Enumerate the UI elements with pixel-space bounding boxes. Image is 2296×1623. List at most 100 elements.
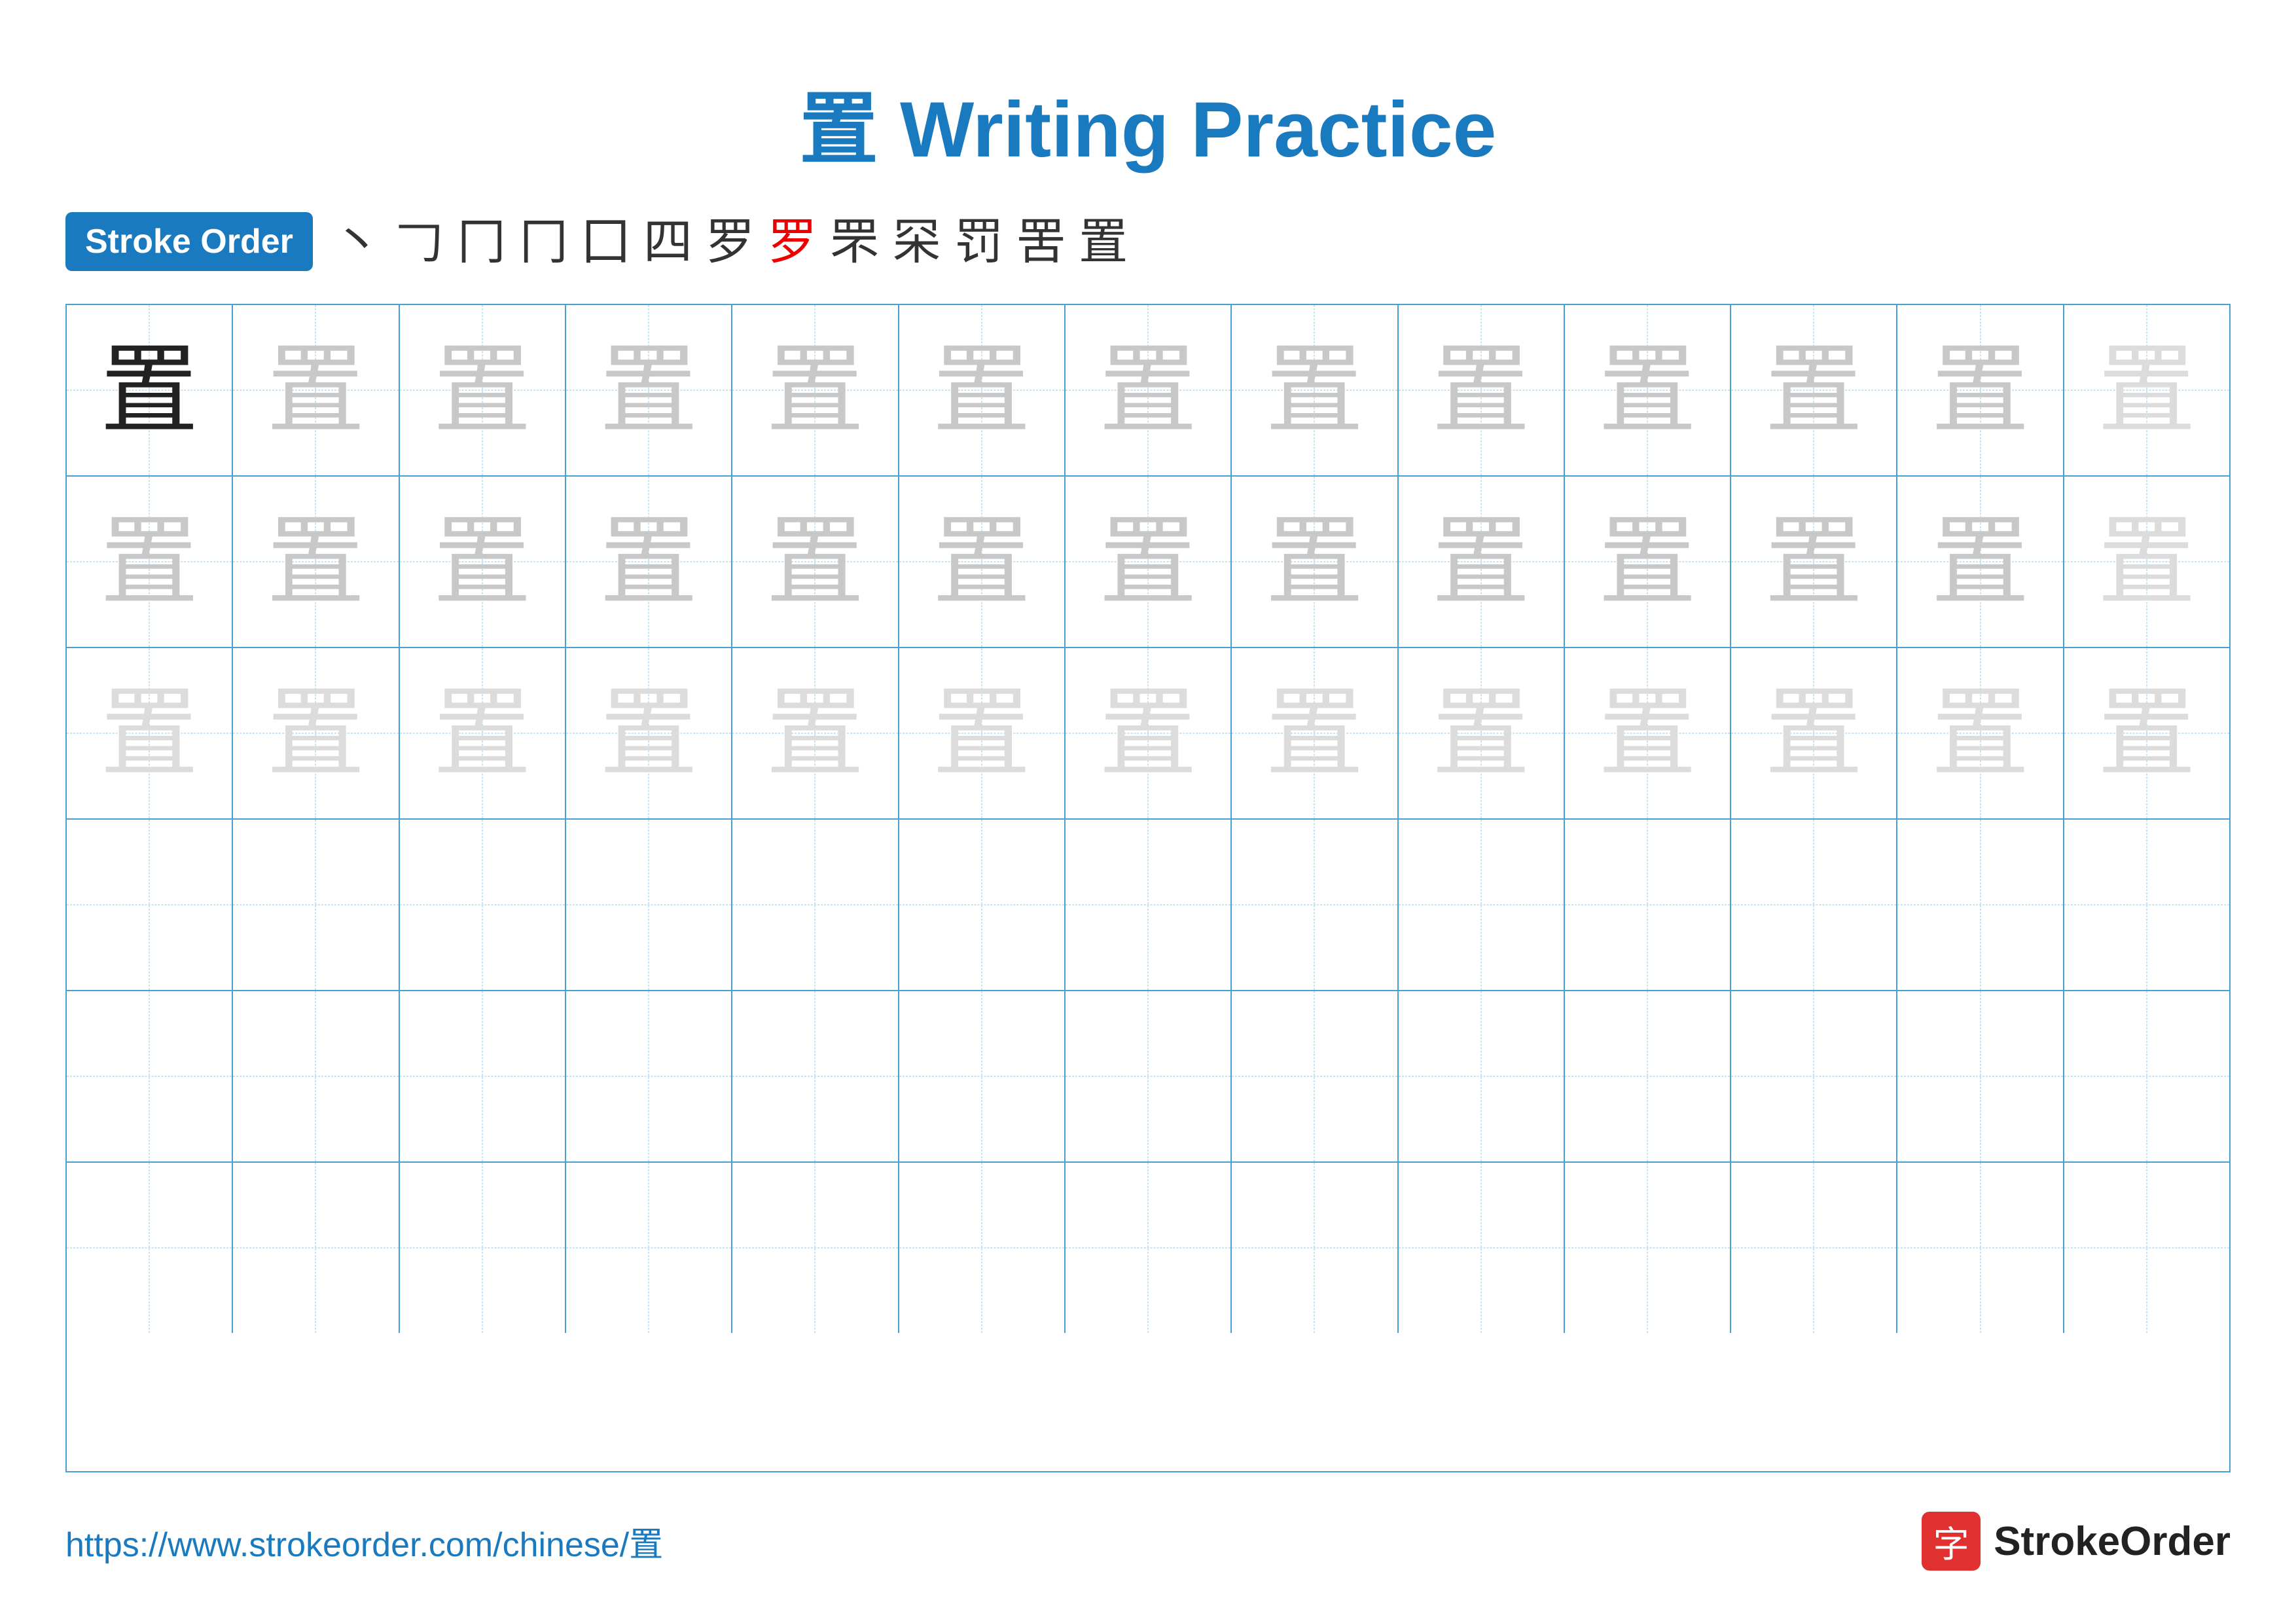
cell-5-4[interactable] — [566, 991, 732, 1161]
cell-4-9[interactable] — [1399, 820, 1565, 990]
cell-1-3[interactable]: 置 — [400, 305, 566, 475]
char-light: 置 — [433, 513, 531, 611]
logo-char: 字 — [1933, 1515, 1969, 1567]
cell-3-8[interactable]: 置 — [1232, 648, 1398, 818]
cell-6-10[interactable] — [1565, 1163, 1731, 1333]
cell-6-9[interactable] — [1399, 1163, 1565, 1333]
cell-3-4[interactable]: 置 — [566, 648, 732, 818]
cell-6-11[interactable] — [1731, 1163, 1897, 1333]
cell-5-3[interactable] — [400, 991, 566, 1161]
char-light: 置 — [766, 513, 864, 611]
cell-3-9[interactable]: 置 — [1399, 648, 1565, 818]
cell-5-6[interactable] — [899, 991, 1066, 1161]
char-lighter: 置 — [1598, 684, 1696, 782]
cell-2-1[interactable]: 置 — [67, 477, 233, 647]
char-lighter: 置 — [933, 684, 1031, 782]
char-lighter: 置 — [766, 684, 864, 782]
cell-6-3[interactable] — [400, 1163, 566, 1333]
cell-1-13[interactable]: 置 — [2064, 305, 2229, 475]
stroke-8: 罗 — [768, 217, 817, 266]
cell-4-1[interactable] — [67, 820, 233, 990]
cell-3-7[interactable]: 置 — [1066, 648, 1232, 818]
cell-6-1[interactable] — [67, 1163, 233, 1333]
cell-5-5[interactable] — [732, 991, 899, 1161]
cell-1-9[interactable]: 置 — [1399, 305, 1565, 475]
cell-5-2[interactable] — [233, 991, 399, 1161]
cell-2-12[interactable]: 置 — [1897, 477, 2064, 647]
cell-4-4[interactable] — [566, 820, 732, 990]
cell-2-11[interactable]: 置 — [1731, 477, 1897, 647]
cell-5-12[interactable] — [1897, 991, 2064, 1161]
char-light: 置 — [1099, 341, 1197, 439]
cell-4-8[interactable] — [1232, 820, 1398, 990]
grid-row-4 — [67, 820, 2229, 991]
cell-6-5[interactable] — [732, 1163, 899, 1333]
cell-2-3[interactable]: 置 — [400, 477, 566, 647]
cell-4-7[interactable] — [1066, 820, 1232, 990]
cell-5-1[interactable] — [67, 991, 233, 1161]
cell-4-5[interactable] — [732, 820, 899, 990]
cell-2-6[interactable]: 置 — [899, 477, 1066, 647]
cell-2-4[interactable]: 置 — [566, 477, 732, 647]
cell-4-3[interactable] — [400, 820, 566, 990]
cell-3-2[interactable]: 置 — [233, 648, 399, 818]
cell-3-3[interactable]: 置 — [400, 648, 566, 818]
cell-1-4[interactable]: 置 — [566, 305, 732, 475]
cell-3-11[interactable]: 置 — [1731, 648, 1897, 818]
stroke-5: 囗 — [581, 217, 630, 266]
char-light: 置 — [1265, 341, 1363, 439]
cell-3-5[interactable]: 置 — [732, 648, 899, 818]
char-dark: 置 — [100, 341, 198, 439]
cell-1-2[interactable]: 置 — [233, 305, 399, 475]
cell-2-10[interactable]: 置 — [1565, 477, 1731, 647]
cell-3-1[interactable]: 置 — [67, 648, 233, 818]
cell-2-8[interactable]: 置 — [1232, 477, 1398, 647]
footer: https://www.strokeorder.com/chinese/置 字 … — [65, 1512, 2231, 1571]
cell-6-12[interactable] — [1897, 1163, 2064, 1333]
cell-4-11[interactable] — [1731, 820, 1897, 990]
cell-5-11[interactable] — [1731, 991, 1897, 1161]
cell-1-5[interactable]: 置 — [732, 305, 899, 475]
cell-3-12[interactable]: 置 — [1897, 648, 2064, 818]
cell-1-8[interactable]: 置 — [1232, 305, 1398, 475]
char-light: 置 — [1765, 513, 1863, 611]
stroke-9: 罘 — [830, 217, 879, 266]
cell-1-11[interactable]: 置 — [1731, 305, 1897, 475]
cell-5-10[interactable] — [1565, 991, 1731, 1161]
cell-1-12[interactable]: 置 — [1897, 305, 2064, 475]
cell-2-7[interactable]: 置 — [1066, 477, 1232, 647]
char-light: 置 — [266, 341, 365, 439]
cell-1-7[interactable]: 置 — [1066, 305, 1232, 475]
cell-6-4[interactable] — [566, 1163, 732, 1333]
cell-4-12[interactable] — [1897, 820, 2064, 990]
cell-4-2[interactable] — [233, 820, 399, 990]
char-light: 置 — [266, 513, 365, 611]
cell-5-9[interactable] — [1399, 991, 1565, 1161]
cell-4-13[interactable] — [2064, 820, 2229, 990]
cell-1-6[interactable]: 置 — [899, 305, 1066, 475]
cell-6-6[interactable] — [899, 1163, 1066, 1333]
footer-logo: 字 StrokeOrder — [1922, 1512, 2231, 1571]
cell-1-1[interactable]: 置 — [67, 305, 233, 475]
cell-6-2[interactable] — [233, 1163, 399, 1333]
cell-4-10[interactable] — [1565, 820, 1731, 990]
cell-2-5[interactable]: 置 — [732, 477, 899, 647]
logo-text: StrokeOrder — [1994, 1518, 2231, 1565]
cell-1-10[interactable]: 置 — [1565, 305, 1731, 475]
cell-5-8[interactable] — [1232, 991, 1398, 1161]
cell-2-2[interactable]: 置 — [233, 477, 399, 647]
cell-2-13[interactable]: 置 — [2064, 477, 2229, 647]
cell-6-13[interactable] — [2064, 1163, 2229, 1333]
cell-5-13[interactable] — [2064, 991, 2229, 1161]
cell-3-6[interactable]: 置 — [899, 648, 1066, 818]
cell-3-13[interactable]: 置 — [2064, 648, 2229, 818]
char-light: 置 — [100, 513, 198, 611]
cell-3-10[interactable]: 置 — [1565, 648, 1731, 818]
cell-5-7[interactable] — [1066, 991, 1232, 1161]
cell-2-9[interactable]: 置 — [1399, 477, 1565, 647]
cell-6-7[interactable] — [1066, 1163, 1232, 1333]
cell-4-6[interactable] — [899, 820, 1066, 990]
char-lighter: 置 — [2098, 684, 2196, 782]
cell-6-8[interactable] — [1232, 1163, 1398, 1333]
char-light: 置 — [766, 341, 864, 439]
